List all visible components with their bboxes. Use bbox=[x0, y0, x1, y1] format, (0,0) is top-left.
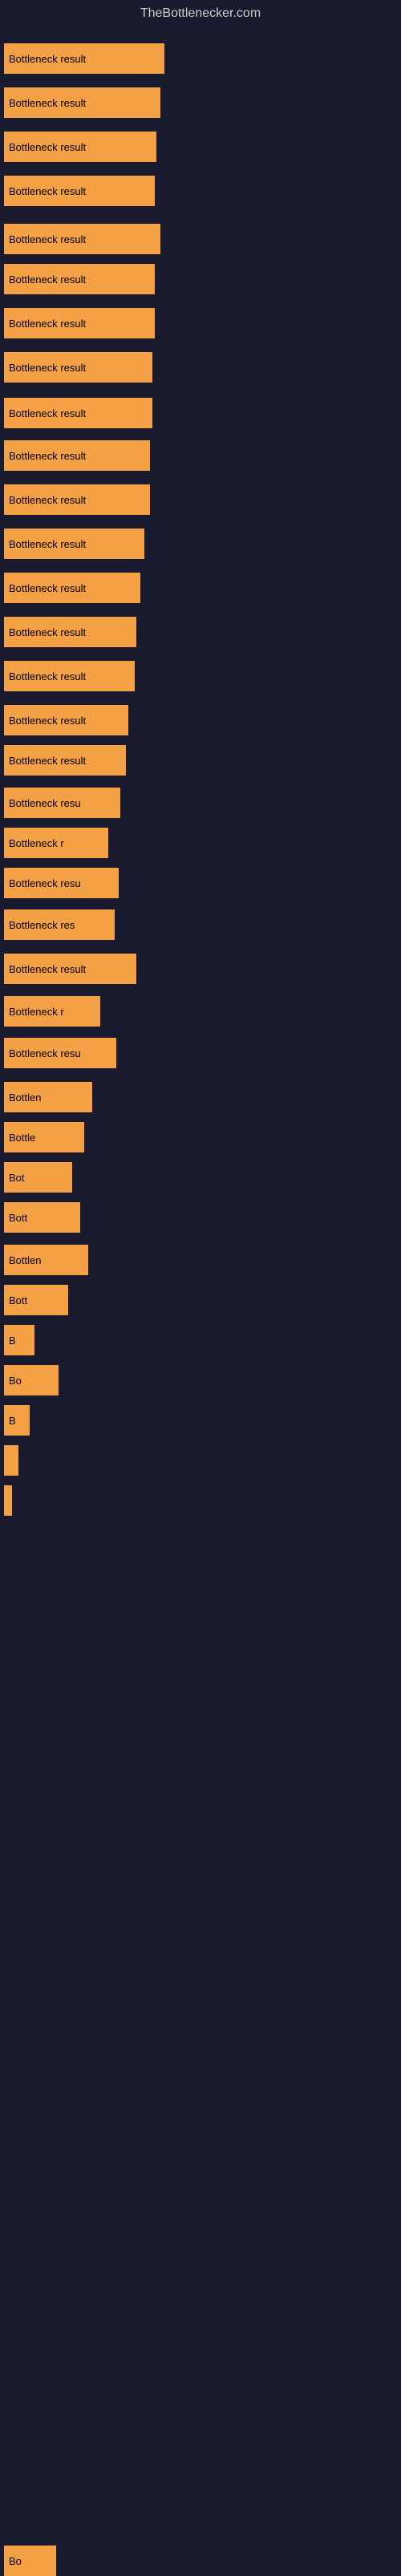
bar-item: Bottleneck result bbox=[4, 573, 140, 603]
bar-item: Bottleneck result bbox=[4, 132, 156, 162]
bar-label: Bottleneck resu bbox=[9, 1047, 81, 1059]
bar-item: Bottleneck result bbox=[4, 529, 144, 559]
bar-item: Bottleneck r bbox=[4, 996, 100, 1027]
bar-label: Bottleneck result bbox=[9, 755, 86, 767]
bar-item: Bo bbox=[4, 1365, 59, 1395]
bar-item: Bot bbox=[4, 1162, 72, 1193]
bar-item: Bottleneck result bbox=[4, 264, 155, 294]
bar-item: Bottleneck result bbox=[4, 308, 155, 338]
bar-item: Bottleneck result bbox=[4, 705, 128, 735]
bar-label: Bottleneck result bbox=[9, 538, 86, 550]
bar-label: B bbox=[9, 1415, 16, 1427]
bar-label: Bottleneck r bbox=[9, 1006, 64, 1018]
bar-item: Bottleneck result bbox=[4, 398, 152, 428]
bar-label: Bottleneck result bbox=[9, 582, 86, 594]
bar-label: Bottleneck result bbox=[9, 141, 86, 153]
bar-item bbox=[4, 1445, 18, 1476]
bar-label: Bo bbox=[9, 2555, 22, 2567]
bar-label: Bottleneck result bbox=[9, 362, 86, 374]
bar-label: Bottleneck result bbox=[9, 407, 86, 419]
bar-label: B bbox=[9, 1335, 16, 1347]
bar-item: Bottleneck resu bbox=[4, 1038, 116, 1068]
bar-label: Bottleneck result bbox=[9, 494, 86, 506]
bar-item: Bottleneck result bbox=[4, 224, 160, 254]
bar-item: Bottleneck r bbox=[4, 828, 108, 858]
bar-item: Bott bbox=[4, 1202, 80, 1233]
bar-label: Bottlen bbox=[9, 1092, 41, 1104]
bar-label: Bottleneck result bbox=[9, 185, 86, 197]
chart-area: Bottleneck result Bottleneck result Bottle… bbox=[0, 27, 401, 2554]
bar-item: Bottleneck result bbox=[4, 43, 164, 74]
bar-label: Bot bbox=[9, 1172, 25, 1184]
bar-item: Bott bbox=[4, 1285, 68, 1315]
bar-label: Bottleneck result bbox=[9, 233, 86, 245]
bar-item: B bbox=[4, 1405, 30, 1436]
bar-item: Bottleneck result bbox=[4, 440, 150, 471]
bar-item: Bottlen bbox=[4, 1245, 88, 1275]
bar-item: Bottleneck result bbox=[4, 87, 160, 118]
bar-label: Bottleneck result bbox=[9, 626, 86, 638]
bar-label: Bottleneck resu bbox=[9, 877, 81, 889]
bar-item: Bottleneck resu bbox=[4, 788, 120, 818]
bar-label: Bottleneck result bbox=[9, 715, 86, 727]
bar-item: Bottleneck result bbox=[4, 484, 150, 515]
bar-item: Bottleneck result bbox=[4, 954, 136, 984]
bar-item: Bottleneck result bbox=[4, 176, 155, 206]
bar-label: Bottleneck result bbox=[9, 273, 86, 286]
bar-label: Bottlen bbox=[9, 1254, 41, 1266]
bar-label: Bo bbox=[9, 1375, 22, 1387]
bar-item: Bottle bbox=[4, 1122, 84, 1152]
bar-item: Bottleneck result bbox=[4, 617, 136, 647]
bar-label: Bottle bbox=[9, 1132, 35, 1144]
bar-label: Bottleneck result bbox=[9, 450, 86, 462]
bar-item: B bbox=[4, 1325, 34, 1355]
bar-item: Bottleneck result bbox=[4, 352, 152, 383]
bar-label: Bottleneck r bbox=[9, 837, 64, 849]
site-title: TheBottlenecker.com bbox=[0, 0, 401, 27]
bar-item: Bottleneck result bbox=[4, 661, 135, 691]
bar-item: Bottleneck result bbox=[4, 745, 126, 776]
bar-item: Bottleneck resu bbox=[4, 868, 119, 898]
bar-label: Bottleneck result bbox=[9, 53, 86, 65]
bar-label: Bott bbox=[9, 1294, 27, 1306]
bar-label: Bottleneck resu bbox=[9, 797, 81, 809]
bar-item: Bottleneck res bbox=[4, 909, 115, 940]
bar-label: Bottleneck result bbox=[9, 963, 86, 975]
bar-label: Bottleneck result bbox=[9, 318, 86, 330]
bar-label: Bottleneck result bbox=[9, 97, 86, 109]
bar-label: Bott bbox=[9, 1212, 27, 1224]
bar-label: Bottleneck result bbox=[9, 670, 86, 682]
bar-label: Bottleneck res bbox=[9, 919, 75, 931]
bar-item bbox=[4, 1485, 12, 1516]
bar-item: Bo bbox=[4, 2546, 56, 2576]
bar-item: Bottlen bbox=[4, 1082, 92, 1112]
